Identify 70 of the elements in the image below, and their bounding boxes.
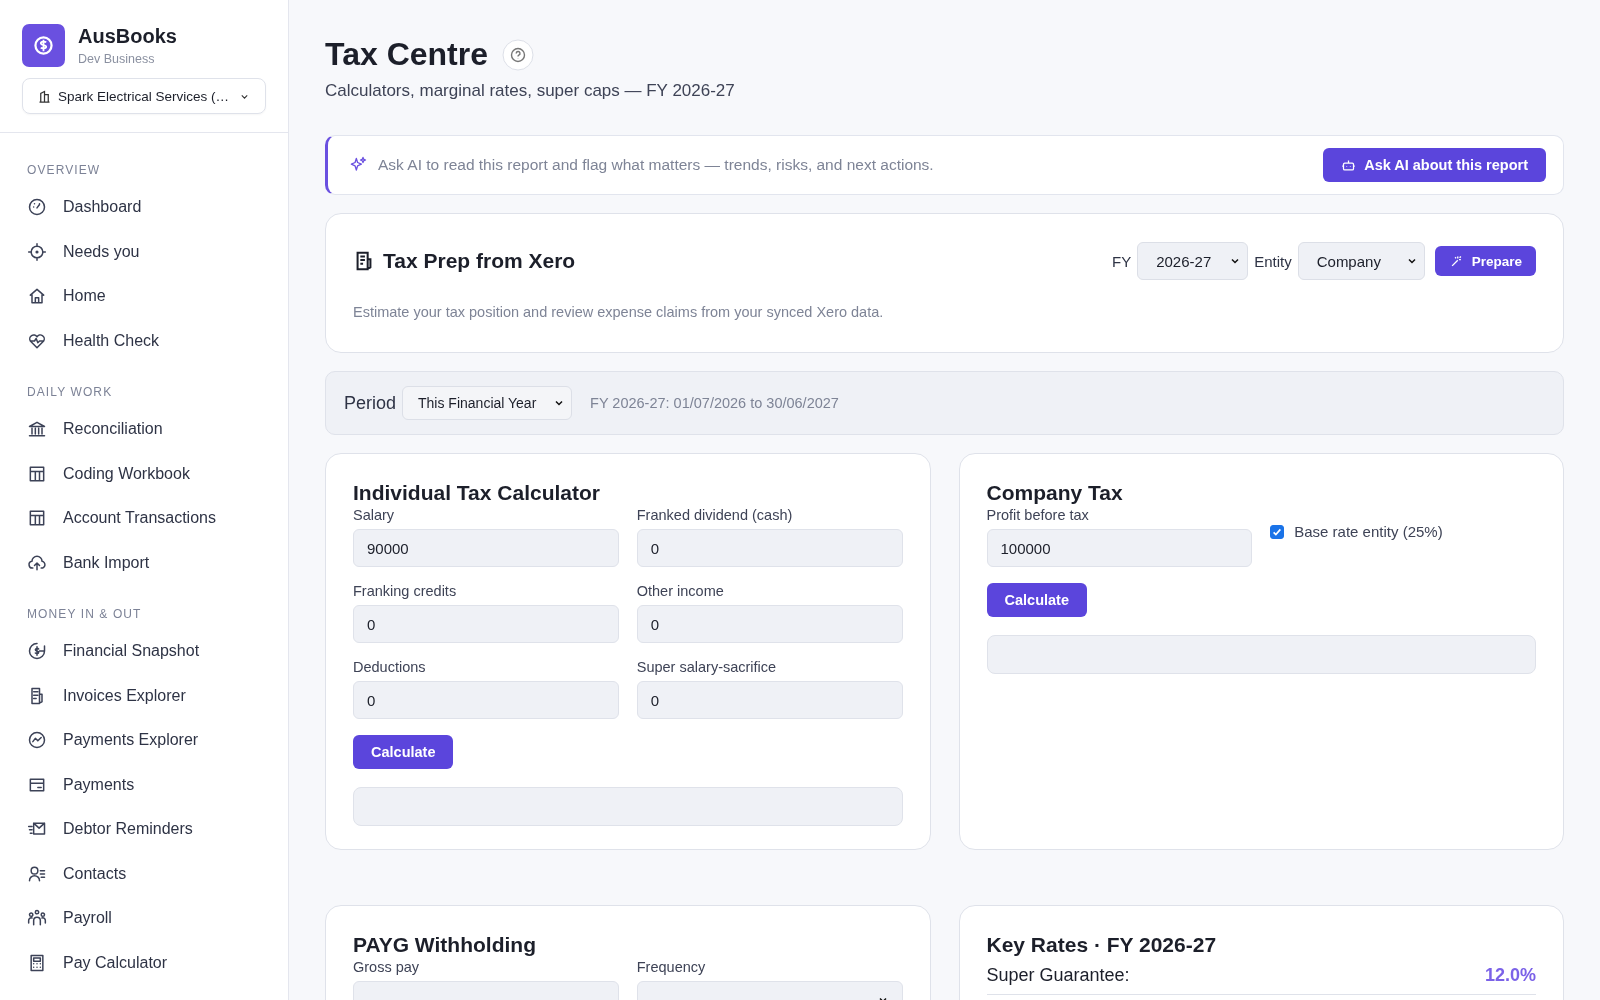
nav-item[interactable]: Payroll	[27, 896, 288, 941]
fy-label: FY	[1112, 252, 1132, 270]
field-label: Franking credits	[353, 583, 458, 599]
rate-value: 12.0%	[1484, 965, 1536, 986]
input-field[interactable]: 0	[353, 681, 619, 719]
page-subtitle: Calculators, marginal rates, super caps — FY 2026-27	[325, 81, 736, 101]
nav-item[interactable]: Contacts	[27, 851, 288, 896]
prepare-button[interactable]: Prepare	[1434, 246, 1536, 276]
field-label: Profit before tax	[986, 507, 1090, 523]
nav-item[interactable]: Reconciliation	[27, 407, 288, 452]
nav-item[interactable]: Health Check	[27, 318, 288, 363]
brand-name: AusBooks	[78, 25, 177, 48]
period-select[interactable]: This Financial Year	[402, 386, 573, 420]
page-title: Tax Centre	[325, 36, 488, 73]
nav-item[interactable]: Payments Explorer	[27, 718, 288, 763]
calculate-button[interactable]: Calculate	[353, 735, 454, 769]
nav-item[interactable]: Invoices Explorer	[27, 673, 288, 718]
input-field[interactable]: 100000	[986, 529, 1253, 567]
nav-icon	[27, 241, 47, 262]
fy-select[interactable]: 2026-27	[1137, 242, 1249, 280]
nav-item[interactable]: Coding Workbook	[27, 451, 288, 496]
entity-label: Entity	[1254, 252, 1292, 270]
nav-item[interactable]: Account Transactions	[27, 496, 288, 541]
dollar-logo-icon	[22, 24, 65, 67]
field-label: Frequency	[636, 959, 707, 975]
ask-ai-button[interactable]: Ask AI about this report	[1323, 148, 1546, 182]
organisation-selector[interactable]: Spark Electrical Services (…	[22, 78, 266, 114]
nav-section-heading: MONEY IN & OUT	[27, 607, 143, 621]
field-label: Super salary-sacrifice	[636, 659, 778, 675]
nav-item[interactable]: Debtor Reminders	[27, 807, 288, 852]
nav-item[interactable]: Bank Import	[27, 540, 288, 585]
field-label: Other income	[636, 583, 725, 599]
card-title: Individual Tax Calculator	[353, 481, 601, 505]
card-title: Key Rates · FY 2026-27	[986, 933, 1218, 957]
checkbox-label: Base rate entity (25%)	[1294, 523, 1443, 540]
field-label: Deductions	[353, 659, 427, 675]
input-field[interactable]: 0	[636, 681, 903, 719]
building-icon	[37, 88, 52, 104]
nav-item[interactable]: Dashboard	[27, 185, 288, 230]
input-field[interactable]: 0	[353, 605, 619, 643]
nav-item[interactable]: Financial Snapshot	[27, 629, 288, 674]
field-label: Franked dividend (cash)	[636, 507, 794, 523]
card-title: Tax Prep from Xero	[383, 249, 576, 273]
nav-section-heading: OVERVIEW	[27, 163, 102, 177]
ai-prompt-text: Ask AI to read this report and flag what matters — trends, risks, and next actions.	[378, 156, 935, 174]
nav-item[interactable]: Payments	[27, 762, 288, 807]
card-title: PAYG Withholding	[353, 933, 537, 957]
input-field[interactable]: 0	[636, 529, 903, 567]
rate-label: Super Guarantee:	[986, 965, 1130, 986]
calculate-button[interactable]: Calculate	[986, 583, 1087, 617]
nav-item[interactable]: Home	[27, 274, 288, 319]
field-label: Gross pay	[353, 959, 421, 975]
nav-section-heading: DAILY WORK	[27, 385, 114, 399]
help-icon[interactable]	[502, 38, 534, 71]
card-description: Estimate your tax position and review expense claims from your synced Xero data.	[353, 304, 885, 320]
nav-icon	[27, 641, 47, 662]
nav-icon	[27, 197, 47, 218]
input-field[interactable]: 0	[636, 605, 903, 643]
input-field[interactable]: 90000	[353, 529, 619, 567]
nav-icon	[27, 952, 47, 973]
entity-select[interactable]: Company	[1297, 242, 1425, 280]
nav-item[interactable]: Pay Calculator	[27, 940, 288, 985]
business-name: Dev Business	[78, 52, 156, 66]
field-label: Salary	[353, 507, 396, 523]
card-title: Company Tax	[986, 481, 1124, 505]
checkbox[interactable]	[1270, 524, 1285, 539]
nav-icon	[27, 730, 47, 751]
period-range: FY 2026-27: 01/07/2026 to 30/06/2027	[590, 395, 839, 411]
nav-item[interactable]: Needs you	[27, 229, 288, 274]
period-label: Period	[344, 392, 397, 414]
